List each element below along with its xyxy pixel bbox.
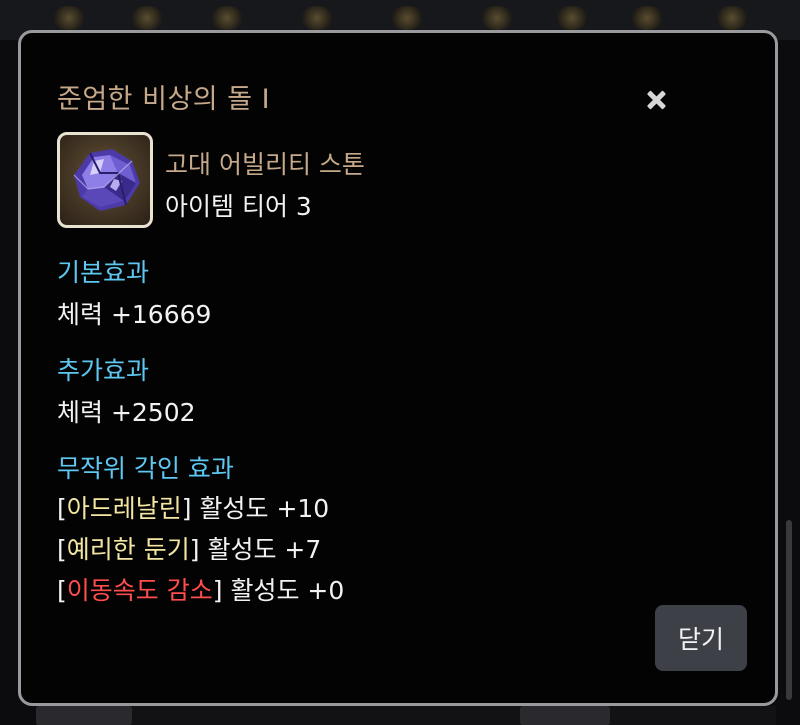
engraving-value: 활성도 +7: [207, 535, 322, 564]
basic-effect-title: 기본효과: [57, 258, 150, 287]
background-icon: [210, 6, 244, 30]
engraving-line: [아드레날린] 활성도 +10: [57, 494, 330, 523]
item-name: 고대 어빌리티 스톤: [165, 150, 365, 179]
background-slot: [520, 706, 610, 725]
background-icon: [52, 6, 86, 30]
background-icon: [715, 6, 749, 30]
dialog-title: 준엄한 비상의 돌 I: [57, 84, 271, 115]
ability-stone-image: [73, 149, 140, 211]
basic-effect-value: 체력 +16669: [57, 300, 212, 329]
item-tooltip-dialog: 준엄한 비상의 돌 I 고대 어빌리티 스톤 아이템 티어 3 기본효과 체력 …: [18, 30, 778, 706]
background-slot: [36, 706, 132, 725]
ability-stone-icon: [57, 132, 153, 228]
engraving-name: 예리한 둔기: [66, 535, 190, 564]
additional-effect-value: 체력 +2502: [57, 398, 196, 427]
additional-effect-title: 추가효과: [57, 356, 150, 385]
background-icon: [300, 6, 334, 30]
close-button[interactable]: 닫기: [655, 605, 747, 671]
background-icon: [130, 6, 164, 30]
background-icon: [480, 6, 514, 30]
background-icon: [630, 6, 664, 30]
engraving-name: 아드레날린: [66, 494, 182, 523]
engraving-line: [이동속도 감소] 활성도 +0: [57, 576, 345, 605]
background-icon: [555, 6, 589, 30]
engraving-line: [예리한 둔기] 활성도 +7: [57, 535, 322, 564]
engraving-value: 활성도 +10: [199, 494, 330, 523]
engraving-value: 활성도 +0: [230, 576, 345, 605]
engraving-effect-title: 무작위 각인 효과: [57, 454, 234, 483]
background-scrollbar[interactable]: [786, 520, 792, 700]
background-list: [36, 706, 776, 725]
item-tier: 아이템 티어 3: [165, 192, 312, 221]
engraving-name: 이동속도 감소: [66, 576, 213, 605]
close-icon[interactable]: [643, 87, 671, 115]
background-icon: [390, 6, 424, 30]
